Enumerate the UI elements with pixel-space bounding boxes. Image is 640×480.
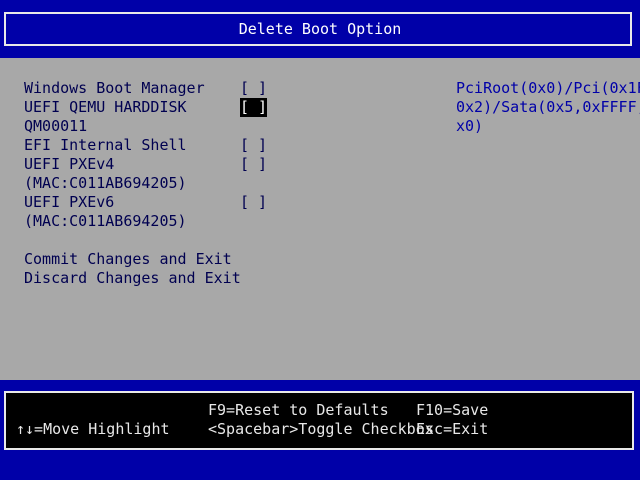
option-uefi-pxev6-cont[interactable]: (MAC:C011AB694205) (24, 212, 187, 231)
checkbox-windows-boot-manager[interactable]: [ ] (240, 79, 267, 98)
help-text-line-1: PciRoot(0x0)/Pci(0x1F, (456, 79, 640, 97)
option-efi-internal-shell[interactable]: EFI Internal Shell (24, 136, 187, 155)
key-exit: Esc=Exit (416, 420, 489, 438)
help-text-line-2: 0x2)/Sata(0x5,0xFFFF,0 (456, 98, 640, 116)
main-panel: Windows Boot Manager [ ] UEFI QEMU HARDD… (0, 58, 640, 380)
help-text-line-3: x0) (456, 117, 484, 135)
commit-changes-button[interactable]: Commit Changes and Exit (24, 250, 232, 269)
page-title: Delete Boot Option (238, 20, 402, 38)
option-uefi-pxev6[interactable]: UEFI PXEv6 (24, 193, 114, 212)
checkbox-efi-internal-shell[interactable]: [ ] (240, 136, 267, 155)
discard-changes-button[interactable]: Discard Changes and Exit (24, 269, 241, 288)
key-save: F10=Save (416, 401, 489, 419)
option-uefi-pxev4-cont[interactable]: (MAC:C011AB694205) (24, 174, 187, 193)
option-windows-boot-manager[interactable]: Windows Boot Manager (24, 79, 205, 98)
bios-screen: Delete Boot Option Windows Boot Manager … (0, 0, 640, 480)
checkbox-uefi-pxev4[interactable]: [ ] (240, 155, 267, 174)
bottom-strip (0, 466, 640, 480)
option-uefi-qemu-harddisk-cont[interactable]: QM00011 (24, 117, 87, 136)
key-toggle-checkbox: <Spacebar>Toggle Checkbox (208, 420, 434, 438)
key-reset-defaults: F9=Reset to Defaults (208, 401, 389, 419)
key-move-highlight: ↑↓=Move Highlight (16, 420, 170, 438)
option-uefi-pxev4[interactable]: UEFI PXEv4 (24, 155, 114, 174)
checkbox-uefi-pxev6[interactable]: [ ] (240, 193, 267, 212)
option-uefi-qemu-harddisk[interactable]: UEFI QEMU HARDDISK (24, 98, 187, 117)
checkbox-uefi-qemu-harddisk[interactable]: [ ] (240, 98, 268, 117)
